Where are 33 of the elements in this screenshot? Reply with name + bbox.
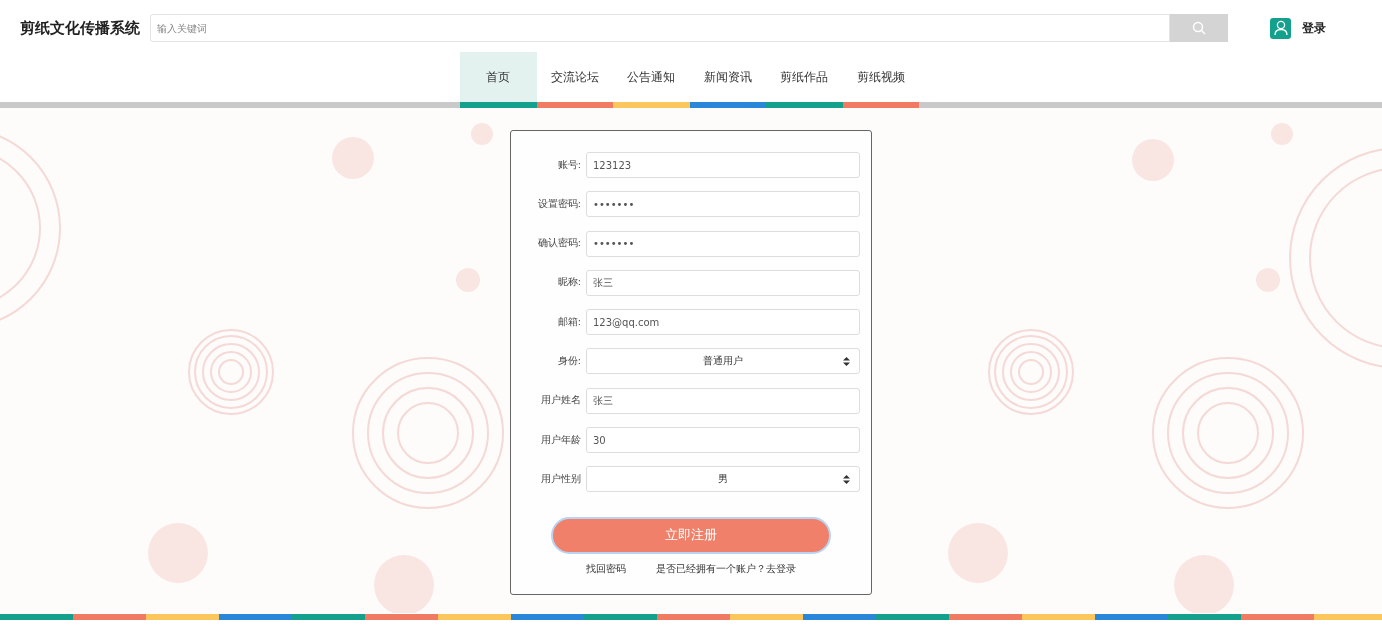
user-icon[interactable] [1270,17,1291,39]
nav-tab[interactable]: 剪纸作品 [766,52,843,108]
nav-tab[interactable]: 新闻资讯 [689,52,766,108]
field-label: 用户性别 [540,472,582,486]
input-field[interactable]: 30 [586,427,860,454]
nav-tab[interactable]: 交流论坛 [536,52,613,108]
search-field[interactable]: 输入关键词 [150,14,1170,42]
sort-arrows-icon [843,357,850,367]
search-icon [1192,21,1206,35]
input-field[interactable]: 123@qq.com [586,309,860,336]
input-field[interactable]: 123123 [586,152,860,178]
login-link[interactable]: 登录 [1302,19,1326,37]
select-field[interactable]: 男 [586,466,860,493]
sort-arrows-icon [843,475,850,485]
field-label: 账号: [556,158,582,172]
input-field[interactable]: ••••••• [586,230,860,257]
field-label: 确认密码: [536,237,582,251]
field-label: 设置密码: [536,197,582,211]
input-field[interactable]: ••••••• [586,191,860,218]
field-label: 邮箱: [556,315,582,329]
nav-tab[interactable]: 首页 [460,52,537,108]
site-title: 剪纸文化传播系统 [20,18,141,38]
select-field[interactable]: 普通用户 [586,348,860,375]
input-field[interactable]: 张三 [586,387,860,414]
field-label: 身份: [556,355,582,368]
field-label: 用户姓名 [540,394,582,408]
field-label: 用户年龄 [540,433,582,447]
nav-tab[interactable]: 剪纸视频 [842,52,919,108]
nav-tab[interactable]: 公告通知 [613,52,690,108]
field-label: 昵称: [556,276,582,290]
text-link[interactable]: 是否已经拥有一个账户？去登录 [656,562,796,576]
input-field[interactable]: 张三 [586,269,860,296]
text-link[interactable]: 找回密码 [586,562,626,576]
